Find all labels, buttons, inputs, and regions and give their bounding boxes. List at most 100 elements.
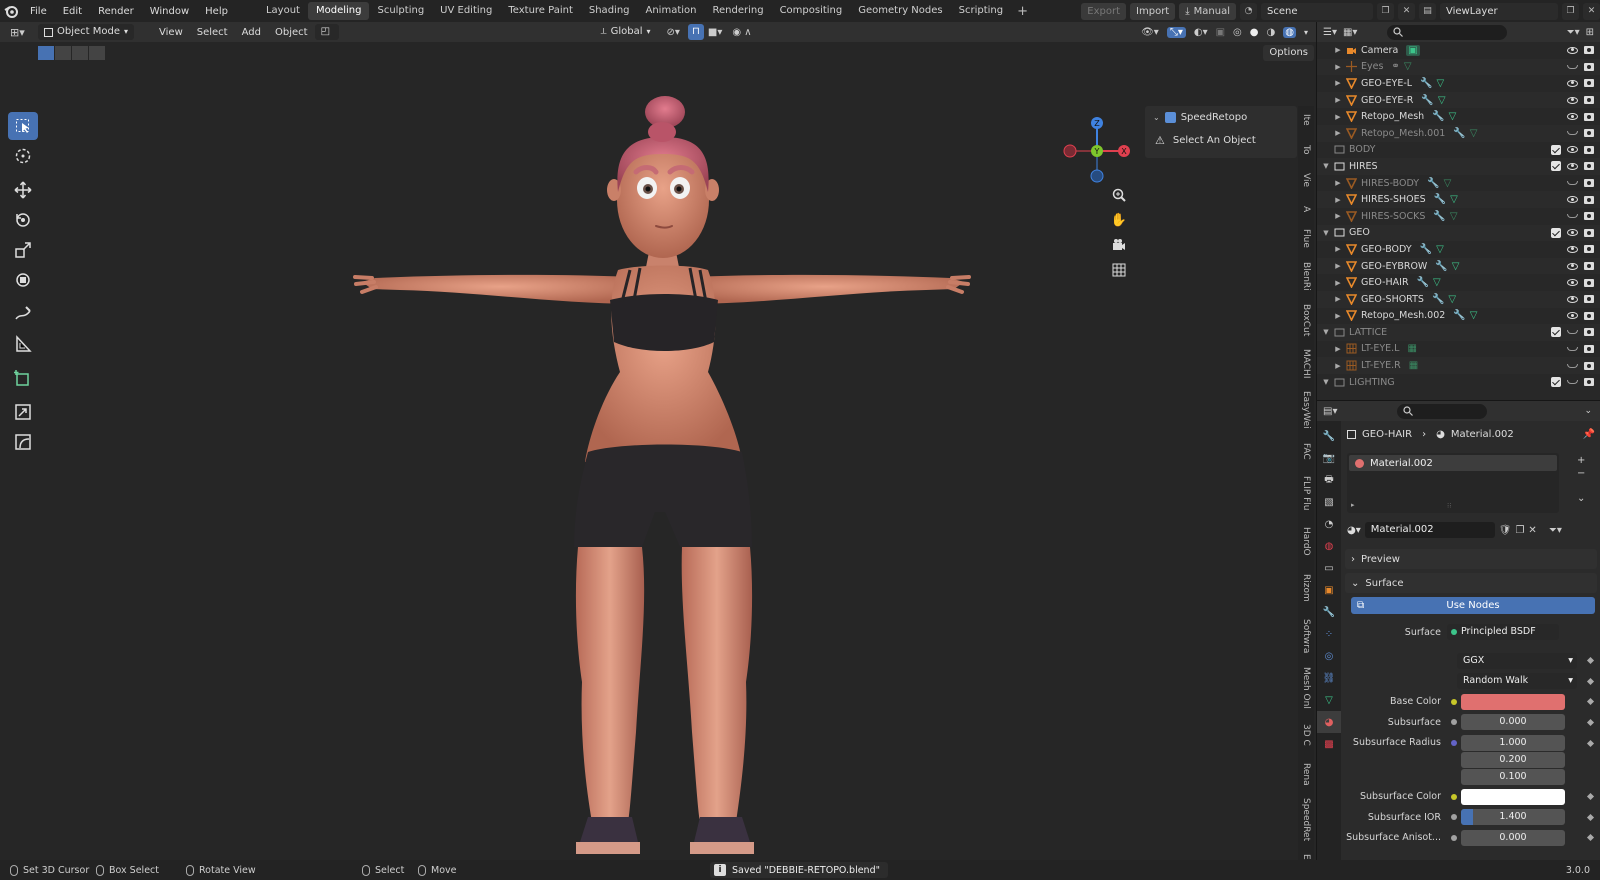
modifier-wrench-icon[interactable]: 🔧	[1435, 261, 1447, 272]
texture-tab-icon[interactable]: ▩	[1317, 733, 1341, 755]
render-camera-icon[interactable]	[1584, 344, 1594, 353]
disclosure-right-icon[interactable]: ▶	[1333, 362, 1343, 370]
chevron-down-icon[interactable]: ⌄	[1584, 406, 1592, 416]
mesh-data-icon[interactable]: ▽	[1450, 194, 1458, 205]
mesh-data-icon[interactable]: ▽	[1436, 244, 1444, 255]
outliner-item-label[interactable]: HIRES-SHOES	[1361, 194, 1426, 205]
disclosure-right-icon[interactable]: ▶	[1333, 179, 1343, 187]
chevron-down-icon[interactable]: ▾	[1304, 28, 1308, 37]
modifier-wrench-icon[interactable]: 🔧	[1421, 95, 1433, 106]
outliner-row[interactable]: ▶ Camera ▣	[1317, 42, 1600, 59]
list-expand-icon[interactable]: ▸	[1351, 501, 1355, 509]
disclosure-right-icon[interactable]: ▶	[1333, 279, 1343, 287]
manual-button[interactable]: ⤓ Manual	[1179, 2, 1236, 20]
tab-rendering[interactable]: Rendering	[704, 2, 771, 20]
render-camera-icon[interactable]	[1584, 245, 1594, 254]
copy-view-layer-icon[interactable]: ❐	[1562, 2, 1579, 20]
menu-view[interactable]: View	[152, 27, 190, 38]
eye-icon[interactable]	[1567, 46, 1578, 54]
outliner-row[interactable]: ▼ LIGHTING	[1317, 374, 1600, 391]
view-layer-icon[interactable]: ▤	[1419, 2, 1436, 20]
sidebar-tab[interactable]: MACHI	[1298, 344, 1314, 384]
lattice-data-icon[interactable]: ▦	[1409, 360, 1418, 371]
outliner-row[interactable]: ▶ GEO-HAIR 🔧 ▽	[1317, 274, 1600, 291]
sidebar-tab[interactable]: Softwra	[1298, 614, 1314, 658]
tab-texture-paint[interactable]: Texture Paint	[500, 2, 581, 20]
tab-shading[interactable]: Shading	[581, 2, 638, 20]
sidebar-tab[interactable]: SpeedRet	[1298, 796, 1314, 844]
properties-editor-icon[interactable]: ▤▾	[1323, 406, 1337, 417]
slot-menu-button[interactable]: ⌄	[1577, 493, 1585, 504]
render-camera-icon[interactable]	[1584, 96, 1594, 105]
fake-user-icon[interactable]: 🛡	[1499, 525, 1512, 536]
select-box-tool[interactable]	[8, 112, 38, 140]
outliner-editor-icon[interactable]: ☰▾	[1323, 27, 1337, 38]
sidebar-tab[interactable]: Vie	[1298, 166, 1314, 194]
object-data-dropdown[interactable]: ◰	[314, 24, 339, 40]
disclosure-down-icon[interactable]: ▼	[1321, 162, 1331, 170]
xray-icon[interactable]: ▣	[1216, 27, 1225, 38]
export-button[interactable]: Export	[1081, 2, 1127, 20]
scene-icon[interactable]: ◔	[1240, 2, 1257, 20]
unlink-material-icon[interactable]: ✕	[1528, 525, 1536, 536]
exclude-checkbox[interactable]	[1551, 227, 1561, 238]
zoom-icon[interactable]	[1108, 184, 1130, 206]
eye-icon[interactable]	[1567, 229, 1578, 237]
pivot-icon[interactable]: ⊘▾	[667, 27, 680, 38]
keyframe-icon[interactable]	[1586, 834, 1595, 842]
outliner-row[interactable]: ▼ LATTICE	[1317, 324, 1600, 341]
node-link-icon[interactable]: ⏷▾	[1549, 525, 1562, 536]
subsurface-field[interactable]: 0.000	[1461, 714, 1565, 731]
proportional-edit-icon[interactable]: ◉ ∧	[732, 27, 751, 38]
mesh-data-icon[interactable]: ▽	[1470, 128, 1478, 139]
eye-icon[interactable]	[1567, 262, 1578, 270]
eye-closed-icon[interactable]	[1567, 346, 1578, 351]
disclosure-down-icon[interactable]: ▼	[1321, 378, 1331, 386]
exclude-checkbox[interactable]	[1551, 377, 1561, 388]
overlay-icon[interactable]: ◐▾	[1194, 27, 1208, 38]
outliner-row[interactable]: ▶ LT-EYE.L ▦	[1317, 341, 1600, 358]
outliner-row[interactable]: ▶ HIRES-SOCKS 🔧 ▽	[1317, 208, 1600, 225]
options-button[interactable]: Options	[1263, 45, 1314, 61]
disclosure-right-icon[interactable]: ▶	[1333, 96, 1343, 104]
subsurface-radius-x[interactable]: 1.000	[1461, 734, 1565, 751]
eye-closed-icon[interactable]	[1567, 64, 1578, 69]
outliner-row[interactable]: ▶ GEO-EYE-L 🔧 ▽	[1317, 75, 1600, 92]
outliner-row[interactable]: ▶ GEO-BODY 🔧 ▽	[1317, 241, 1600, 258]
lattice-data-icon[interactable]: ▦	[1407, 343, 1416, 354]
visibility-icon[interactable]: 👁▾	[1141, 27, 1159, 38]
world-tab-icon[interactable]: ◍	[1317, 535, 1341, 557]
outliner-row[interactable]: ▶ GEO-SHORTS 🔧 ▽	[1317, 290, 1600, 308]
physics-tab-icon[interactable]: ◎	[1317, 645, 1341, 667]
eye-icon[interactable]	[1567, 146, 1578, 154]
exclude-checkbox[interactable]	[1551, 161, 1561, 172]
transform-orientation-selector[interactable]: ⟂ Global ▾	[594, 24, 657, 40]
keyframe-icon[interactable]	[1586, 739, 1595, 747]
close-scene-icon[interactable]: ✕	[1398, 2, 1415, 20]
distribution-dropdown[interactable]: GGX ▾	[1457, 652, 1577, 669]
sidebar-tab[interactable]: EasyWei	[1298, 388, 1314, 432]
bevel-tool[interactable]	[8, 428, 38, 456]
pin-icon[interactable]: 📌	[1583, 429, 1595, 440]
camera-data-icon[interactable]: ▣	[1406, 44, 1420, 56]
scale-tool[interactable]	[8, 236, 38, 264]
collection-tab-icon[interactable]: ▭	[1317, 557, 1341, 579]
preview-panel-header[interactable]: › Preview	[1345, 549, 1597, 569]
render-camera-icon[interactable]	[1584, 378, 1594, 387]
sidebar-tab[interactable]: Flue	[1298, 222, 1314, 254]
snap-target-icon[interactable]: ■▾	[708, 27, 722, 38]
outliner-row[interactable]: ▼ GEO	[1317, 224, 1600, 242]
surface-panel-header[interactable]: ⌄ Surface	[1345, 573, 1597, 593]
disclosure-right-icon[interactable]: ▶	[1333, 245, 1343, 253]
render-camera-icon[interactable]	[1584, 361, 1594, 370]
outliner-item-label[interactable]: GEO-EYE-L	[1361, 78, 1412, 89]
keyframe-icon[interactable]	[1586, 793, 1595, 801]
outliner-row[interactable]: ▶ HIRES-SHOES 🔧 ▽	[1317, 191, 1600, 208]
render-camera-icon[interactable]	[1584, 212, 1594, 221]
subsurface-ior-field[interactable]: 1.400	[1461, 809, 1565, 826]
output-tab-icon[interactable]: 🖶	[1317, 469, 1341, 491]
outliner-item-label[interactable]: GEO	[1349, 227, 1370, 238]
mesh-data-icon[interactable]: ▽	[1448, 294, 1456, 305]
disclosure-right-icon[interactable]: ▶	[1333, 79, 1343, 87]
remove-slot-button[interactable]: −	[1577, 468, 1585, 479]
